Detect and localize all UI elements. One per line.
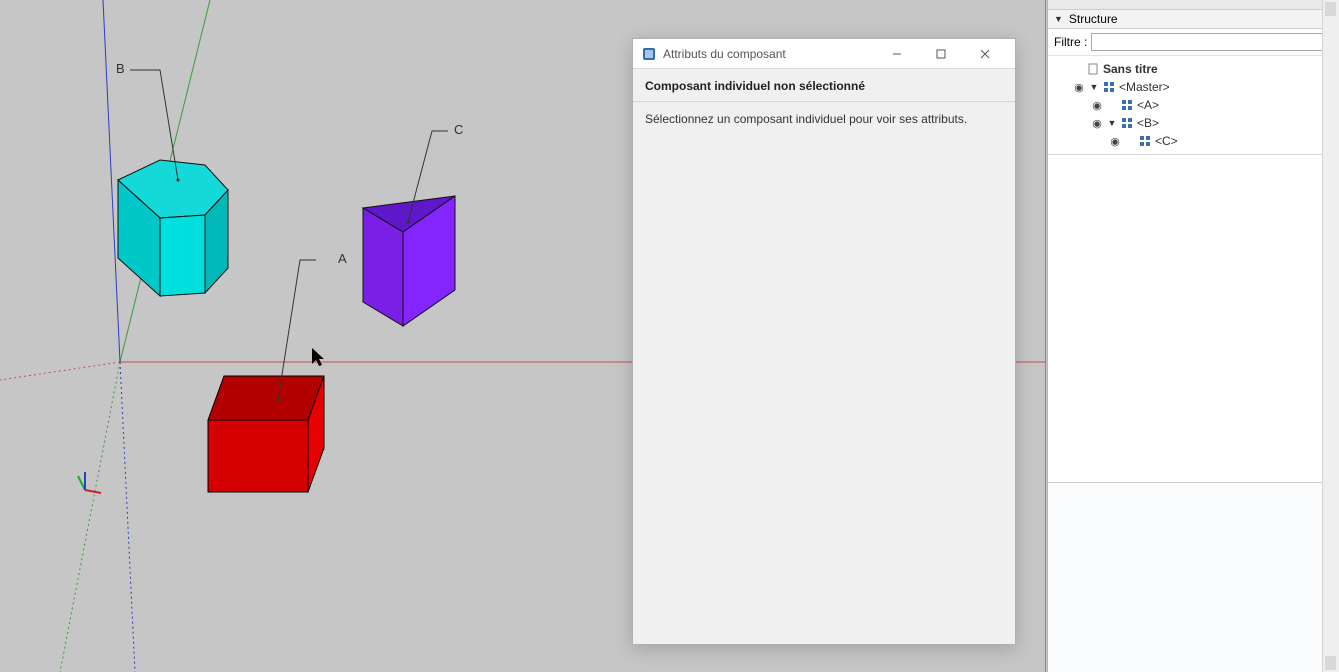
axis-x-red-neg [0, 362, 120, 380]
chevron-down-icon: ▼ [1054, 14, 1063, 24]
document-icon [1086, 62, 1100, 76]
shape-c-triprism [363, 196, 455, 326]
axis-z-blue [103, 0, 120, 362]
eye-icon[interactable]: ◉ [1108, 135, 1122, 148]
minimize-icon [892, 49, 902, 59]
label-b-text: B [116, 61, 125, 76]
cursor-icon [312, 348, 324, 366]
panel-spacer [1048, 154, 1339, 482]
chevron-down-icon[interactable]: ▼ [1089, 82, 1099, 92]
component-icon [1102, 80, 1116, 94]
axis-gizmo [78, 472, 101, 493]
label-a-text: A [338, 251, 347, 266]
structure-section-header[interactable]: ▼ Structure [1048, 10, 1339, 29]
tree-item-b[interactable]: ◉ ▼ <B> [1050, 114, 1339, 132]
dialog-subtitle: Composant individuel non sélectionné [633, 69, 1015, 102]
dialog-title-text: Attributs du composant [663, 47, 875, 61]
outliner-panel: ▼ Structure Filtre : Sans titre ◉ ▼ <Mas… [1047, 0, 1339, 672]
component-icon [1120, 98, 1134, 112]
close-button[interactable] [963, 40, 1007, 68]
tree-root[interactable]: Sans titre [1050, 60, 1339, 78]
structure-tree[interactable]: Sans titre ◉ ▼ <Master> ◉ <A> ◉ ▼ <B> [1048, 56, 1339, 154]
close-icon [980, 49, 990, 59]
shape-a-cube [208, 376, 324, 492]
tree-item-master[interactable]: ◉ ▼ <Master> [1050, 78, 1339, 96]
tree-item-c[interactable]: ◉ <C> [1050, 132, 1339, 150]
minimize-button[interactable] [875, 40, 919, 68]
eye-icon[interactable]: ◉ [1090, 99, 1104, 112]
maximize-button[interactable] [919, 40, 963, 68]
axis-z-blue-neg [120, 362, 135, 672]
component-icon [1120, 116, 1134, 130]
tree-item-a[interactable]: ◉ <A> [1050, 96, 1339, 114]
vertical-scrollbar[interactable] [1322, 0, 1339, 672]
label-c-text: C [454, 122, 463, 137]
tree-item-label: <A> [1137, 98, 1159, 112]
chevron-down-icon[interactable]: ▼ [1107, 118, 1117, 128]
eye-icon[interactable]: ◉ [1090, 117, 1104, 130]
tree-item-label: <Master> [1119, 80, 1170, 94]
axis-y-green-neg [60, 362, 120, 672]
component-icon [1138, 134, 1152, 148]
panel-tabbar [1048, 0, 1339, 10]
tree-root-label: Sans titre [1103, 62, 1158, 76]
app-icon [641, 46, 657, 62]
filter-input[interactable] [1091, 33, 1333, 51]
panel-bottom-section [1048, 482, 1339, 672]
component-attributes-dialog[interactable]: Attributs du composant Composant individ… [632, 38, 1016, 645]
structure-header-label: Structure [1069, 12, 1118, 26]
shape-b-hexprism [118, 160, 228, 296]
dialog-body-text: Sélectionnez un composant individuel pou… [633, 102, 1015, 136]
filter-row: Filtre : [1048, 29, 1339, 56]
tree-item-label: <C> [1155, 134, 1178, 148]
eye-icon[interactable]: ◉ [1072, 81, 1086, 94]
filter-label: Filtre : [1054, 35, 1087, 49]
dialog-titlebar[interactable]: Attributs du composant [633, 39, 1015, 69]
maximize-icon [936, 49, 946, 59]
tree-item-label: <B> [1137, 116, 1159, 130]
